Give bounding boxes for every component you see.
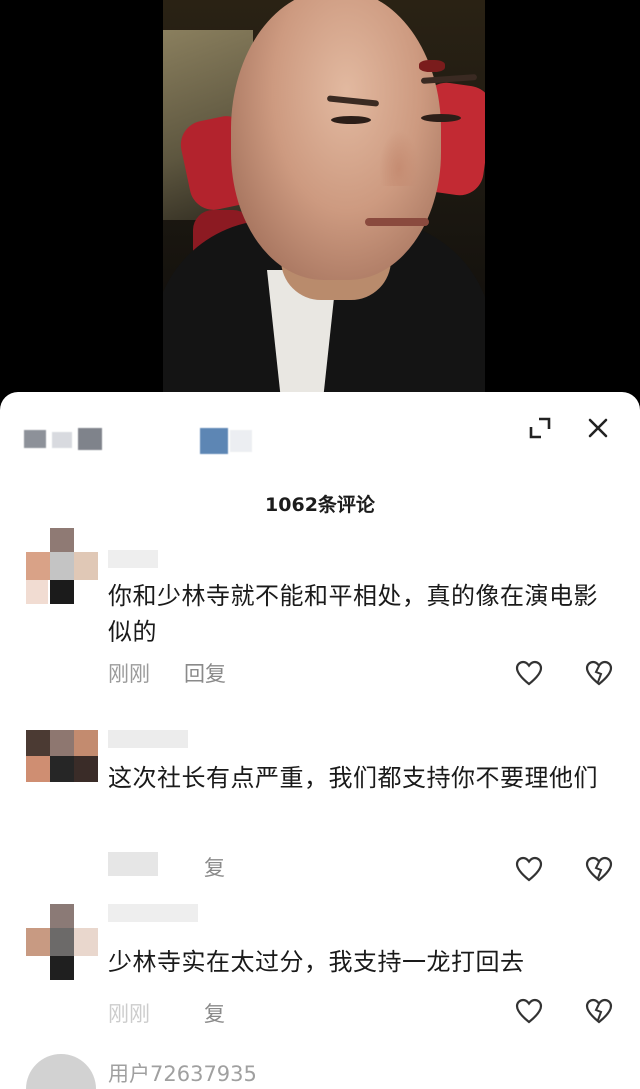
video-player[interactable] bbox=[0, 0, 640, 400]
sheet-header bbox=[0, 392, 640, 472]
username-blurred[interactable] bbox=[108, 904, 198, 922]
forehead-wound bbox=[419, 60, 445, 72]
avatar[interactable] bbox=[26, 1054, 96, 1089]
avatar[interactable] bbox=[26, 528, 102, 604]
comment-text: 这次社长有点严重，我们都支持你不要理他们 bbox=[108, 764, 598, 792]
dislike-button[interactable] bbox=[583, 658, 615, 688]
heart-icon bbox=[515, 660, 543, 686]
dislike-button[interactable] bbox=[583, 854, 615, 884]
blurred-tab-4 bbox=[200, 428, 228, 454]
avatar[interactable] bbox=[26, 904, 102, 980]
comment-time-blurred bbox=[108, 852, 158, 876]
blurred-tab-3 bbox=[78, 428, 102, 450]
broken-heart-icon bbox=[585, 660, 613, 686]
comment-text: 少林寺实在太过分，我支持一龙打回去 bbox=[108, 948, 525, 976]
nose bbox=[379, 130, 419, 186]
left-eye bbox=[331, 116, 371, 124]
comment-text: 你和少林寺就不能和平相处，真的像在演电影似的 bbox=[108, 582, 598, 646]
like-button[interactable] bbox=[513, 996, 545, 1026]
like-button[interactable] bbox=[513, 854, 545, 884]
reply-button[interactable]: 复 bbox=[204, 998, 225, 1028]
heart-icon bbox=[515, 856, 543, 882]
username-blurred[interactable] bbox=[108, 730, 188, 748]
expand-icon bbox=[529, 417, 551, 439]
broken-heart-icon bbox=[585, 856, 613, 882]
username-blurred[interactable] bbox=[108, 550, 158, 568]
close-button[interactable] bbox=[580, 410, 616, 446]
broken-heart-icon bbox=[585, 998, 613, 1024]
like-button[interactable] bbox=[513, 658, 545, 688]
dislike-button[interactable] bbox=[583, 996, 615, 1026]
comment-time: 刚刚 bbox=[108, 662, 150, 686]
blurred-tab-1 bbox=[24, 430, 46, 448]
heart-icon bbox=[515, 998, 543, 1024]
right-eye bbox=[421, 114, 461, 122]
comment-sheet: 1062条评论 你和少林寺就不能和平相处，真的像在演电影似的 刚刚 回复 这次社… bbox=[0, 392, 640, 1089]
comment-count: 1062条评论 bbox=[265, 494, 375, 516]
left-brow bbox=[326, 95, 380, 107]
comment-username[interactable]: 用户72637935 bbox=[108, 1058, 257, 1088]
expand-button[interactable] bbox=[522, 410, 558, 446]
avatar[interactable] bbox=[26, 730, 102, 806]
close-icon bbox=[588, 418, 608, 438]
mouth bbox=[365, 218, 429, 226]
head bbox=[231, 0, 478, 280]
reply-button[interactable]: 回复 bbox=[184, 658, 226, 688]
blurred-tab-5 bbox=[230, 430, 252, 452]
blurred-tab-2 bbox=[52, 432, 72, 448]
video-frame bbox=[163, 0, 485, 392]
comment-time: 刚刚 bbox=[108, 1002, 150, 1026]
reply-button[interactable]: 复 bbox=[204, 852, 225, 882]
